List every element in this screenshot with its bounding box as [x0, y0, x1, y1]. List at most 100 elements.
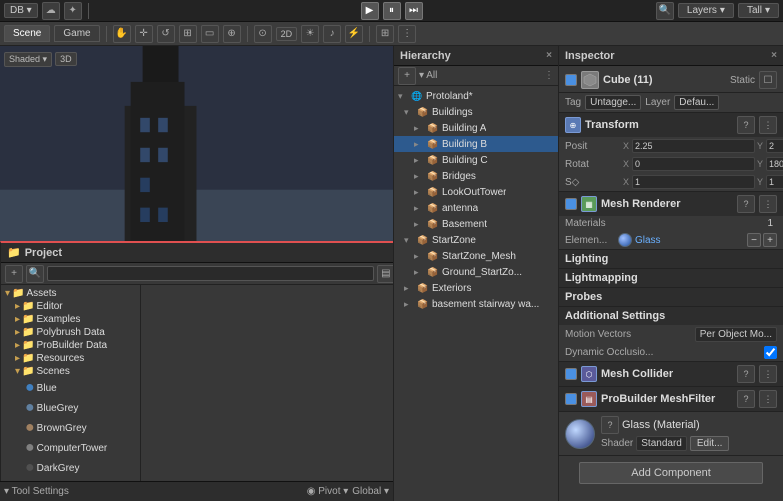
grid-icon[interactable]: ⊞ [376, 25, 394, 43]
more-icon[interactable]: ⋮ [398, 25, 416, 43]
transform-menu[interactable]: ⋮ [759, 116, 777, 134]
rot-y-input[interactable] [766, 157, 783, 171]
2d-button[interactable]: 2D [276, 27, 298, 41]
rot-x-input[interactable] [632, 157, 755, 171]
motion-vectors-val[interactable]: Per Object Mo... [695, 327, 777, 342]
search-icon[interactable]: 🔍 [656, 2, 674, 20]
mat-info-btn[interactable]: ? [601, 416, 619, 434]
hier-startzone-mesh[interactable]: ▸ 📦 StartZone_Mesh [394, 248, 558, 264]
mesh-collider-checkbox[interactable] [565, 368, 577, 380]
mat-plus-btn[interactable]: + [763, 233, 777, 247]
mesh-renderer-menu[interactable]: ⋮ [759, 195, 777, 213]
dynamic-occlusion-checkbox[interactable] [764, 346, 777, 359]
hier-exteriors[interactable]: ▸ 📦 Exteriors [394, 280, 558, 296]
hier-basement[interactable]: ▸ 📦 Basement [394, 216, 558, 232]
cloud-icon[interactable]: ☁ [42, 2, 60, 20]
transform-header[interactable]: ⊕ Transform ? ⋮ [559, 113, 783, 137]
hierarchy-close[interactable]: × [546, 50, 552, 61]
assets-root[interactable]: ▾ 📁 Assets [1, 287, 140, 300]
play-button[interactable]: ▶ [361, 2, 379, 20]
proj-scenes[interactable]: ▾ 📁 Scenes [1, 365, 140, 378]
rotate-tool[interactable]: ↺ [157, 25, 175, 43]
proj-browngrey[interactable]: ● BrownGrey [1, 418, 140, 438]
layer-value[interactable]: Defau... [674, 95, 719, 110]
global-dropdown[interactable]: Global ▾ [352, 486, 389, 497]
proj-search-icon[interactable]: 🔍 [26, 265, 44, 283]
pb-meshfilter-header[interactable]: ▤ ProBuilder MeshFilter ? ⋮ [559, 387, 783, 411]
tag-value[interactable]: Untagge... [585, 95, 641, 110]
hier-menu[interactable]: ⋮ [544, 70, 554, 81]
hier-protoland[interactable]: ▾ 🌐 Protoland* [394, 88, 558, 104]
pivot-dropdown[interactable]: ◉ Pivot ▾ [307, 486, 349, 497]
mesh-renderer-header[interactable]: ▦ Mesh Renderer ? ⋮ [559, 192, 783, 216]
mesh-renderer-checkbox[interactable] [565, 198, 577, 210]
obj-active-checkbox[interactable] [565, 74, 577, 86]
light-icon[interactable]: ☀ [301, 25, 319, 43]
mat-minus-btn[interactable]: − [747, 233, 761, 247]
shader-dropdown[interactable]: Standard [636, 436, 687, 451]
rect-tool[interactable]: ▭ [201, 25, 219, 43]
lightmapping-header[interactable]: Lightmapping [559, 269, 783, 287]
proj-probuilder[interactable]: ▸ 📁 ProBuilder Data [1, 339, 140, 352]
scale-x-input[interactable] [632, 175, 755, 189]
hier-ground-start[interactable]: ▸ 📦 Ground_StartZo... [394, 264, 558, 280]
scene-viewport[interactable]: Shaded ▾ 3D ◄ Persp 📁 Project ⋮ + 🔍 ▤ 👁 … [0, 46, 393, 501]
hier-basement-stair[interactable]: ▸ 📦 basement stairway wa... [394, 296, 558, 312]
fx-icon[interactable]: ⚡ [345, 25, 363, 43]
tall-dropdown[interactable]: Tall ▾ [738, 3, 779, 18]
proj-blue[interactable]: ● Blue [1, 378, 140, 398]
inspector-close[interactable]: × [771, 50, 777, 61]
db-dropdown[interactable]: DB ▾ [4, 3, 38, 18]
mesh-collider-menu[interactable]: ⋮ [759, 365, 777, 383]
proj-resources[interactable]: ▸ 📁 Resources [1, 352, 140, 365]
scale-tool[interactable]: ⊞ [179, 25, 197, 43]
hier-all-dropdown[interactable]: ▾ All [419, 70, 437, 81]
game-tab[interactable]: Game [54, 25, 99, 42]
pb-meshfilter-menu[interactable]: ⋮ [759, 390, 777, 408]
lighting-header[interactable]: Lighting [559, 250, 783, 268]
pivot-tool[interactable]: ⊙ [254, 25, 272, 43]
hier-startzone[interactable]: ▾ 📦 StartZone [394, 232, 558, 248]
transform-tool[interactable]: ⊕ [223, 25, 241, 43]
mat-edit-btn[interactable]: Edit... [690, 436, 730, 451]
proj-darkgrey[interactable]: ● DarkGrey [1, 458, 140, 478]
mesh-renderer-info[interactable]: ? [737, 195, 755, 213]
move-tool[interactable]: ✛ [135, 25, 153, 43]
proj-filter-icon[interactable]: ▤ [377, 265, 393, 283]
probes-header[interactable]: Probes [559, 288, 783, 306]
hier-buildings[interactable]: ▾ 📦 Buildings [394, 104, 558, 120]
proj-search-input[interactable] [47, 266, 374, 281]
scale-y-input[interactable] [766, 175, 783, 189]
scene-tab[interactable]: Scene [4, 25, 50, 42]
pos-y-input[interactable] [766, 139, 783, 153]
transform-info[interactable]: ? [737, 116, 755, 134]
add-component-button[interactable]: Add Component [579, 462, 763, 484]
hier-buildingA[interactable]: ▸ 📦 Building A [394, 120, 558, 136]
hier-antenna[interactable]: ▸ 📦 antenna [394, 200, 558, 216]
pb-meshfilter-checkbox[interactable] [565, 393, 577, 405]
shading-mode[interactable]: Shaded ▾ [4, 52, 52, 67]
pos-x-input[interactable] [632, 139, 755, 153]
settings-icon[interactable]: ✦ [64, 2, 82, 20]
proj-editor[interactable]: ▸ 📁 Editor [1, 300, 140, 313]
view-mode[interactable]: 3D [55, 52, 77, 66]
mesh-collider-header[interactable]: ⬡ Mesh Collider ? ⋮ [559, 362, 783, 386]
proj-computertower[interactable]: ● ComputerTower [1, 438, 140, 458]
hand-tool[interactable]: ✋ [113, 25, 131, 43]
mat-glass-name[interactable]: Glass [635, 235, 744, 246]
proj-add-btn[interactable]: + [5, 265, 23, 283]
pause-button[interactable]: ⏸ [383, 2, 401, 20]
hier-bridges[interactable]: ▸ 📦 Bridges [394, 168, 558, 184]
step-button[interactable]: ⏭ [405, 2, 423, 20]
pb-meshfilter-info[interactable]: ? [737, 390, 755, 408]
proj-examples[interactable]: ▸ 📁 Examples [1, 313, 140, 326]
hier-lookout[interactable]: ▸ 📦 LookOutTower [394, 184, 558, 200]
additional-settings-header[interactable]: Additional Settings [559, 307, 783, 325]
hier-buildingC[interactable]: ▸ 📦 Building C [394, 152, 558, 168]
hier-buildingB[interactable]: ▸ 📦 Building B [394, 136, 558, 152]
proj-bluegrey[interactable]: ● BlueGrey [1, 398, 140, 418]
mesh-collider-info[interactable]: ? [737, 365, 755, 383]
layers-dropdown[interactable]: Layers ▾ [678, 3, 734, 18]
hier-add-btn[interactable]: + [398, 67, 416, 85]
audio-icon[interactable]: ♪ [323, 25, 341, 43]
